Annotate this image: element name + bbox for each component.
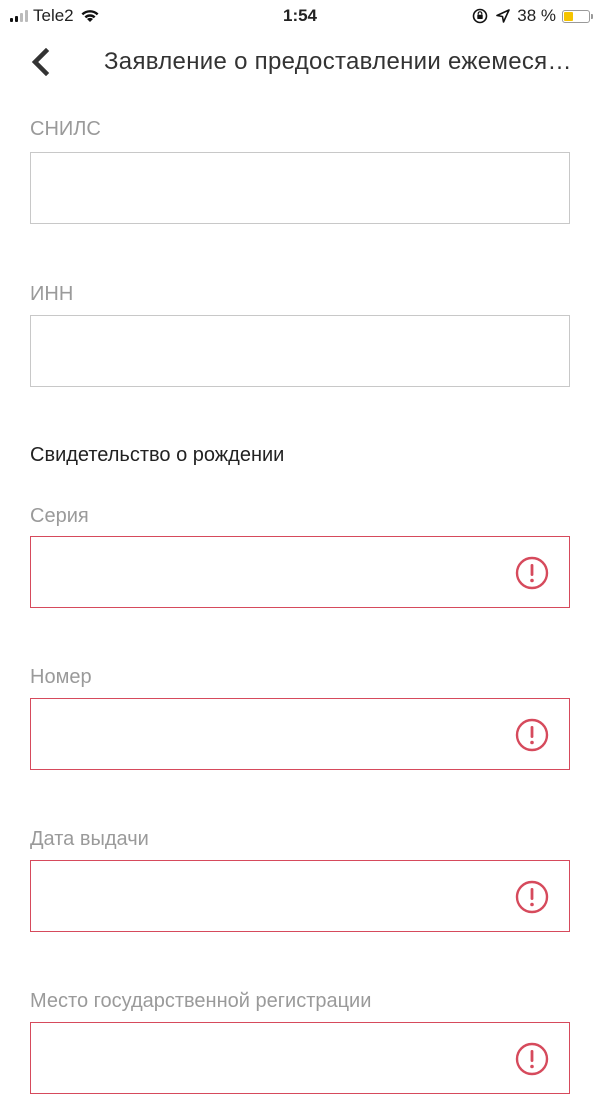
birth-certificate-heading: Свидетельство о рождении	[30, 444, 285, 466]
series-field[interactable]	[30, 536, 570, 608]
number-label: Номер	[30, 666, 92, 688]
registration-place-label: Место государственной регистрации	[30, 990, 372, 1012]
status-bar-right: 38 %	[471, 6, 593, 26]
battery-percent: 38 %	[517, 6, 556, 25]
inn-input[interactable]	[31, 316, 569, 386]
error-icon	[515, 556, 549, 590]
series-label: Серия	[30, 505, 89, 527]
snils-input[interactable]	[31, 153, 569, 223]
error-icon	[515, 1042, 549, 1076]
snils-label: СНИЛС	[30, 118, 101, 140]
inn-label: ИНН	[30, 283, 74, 305]
registration-place-input[interactable]	[31, 1023, 569, 1093]
status-bar: Tele2 1:54 38 %	[0, 0, 600, 34]
issue-date-label: Дата выдачи	[30, 828, 149, 850]
number-field[interactable]	[30, 698, 570, 770]
battery-icon	[562, 9, 593, 23]
number-input[interactable]	[31, 699, 569, 769]
back-button[interactable]	[24, 46, 56, 78]
issue-date-input[interactable]	[31, 861, 569, 931]
error-icon	[515, 718, 549, 752]
chevron-left-icon	[31, 48, 50, 76]
nav-bar: Заявление о предоставлении ежемесячной в…	[0, 34, 600, 90]
issue-date-field[interactable]	[30, 860, 570, 932]
location-icon	[496, 9, 511, 23]
snils-field[interactable]	[30, 152, 570, 224]
orientation-lock-icon	[472, 8, 488, 24]
error-icon	[515, 880, 549, 914]
series-input[interactable]	[31, 537, 569, 607]
page-title: Заявление о предоставлении ежемесячной в…	[104, 48, 580, 75]
inn-field[interactable]	[30, 315, 570, 387]
registration-place-field[interactable]	[30, 1022, 570, 1094]
